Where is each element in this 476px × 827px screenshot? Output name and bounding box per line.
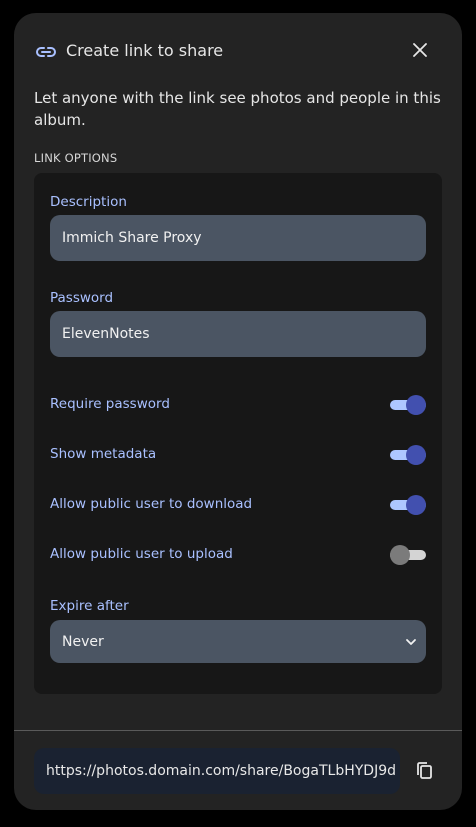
require-password-label: Require password <box>50 396 170 412</box>
link-icon <box>34 40 58 64</box>
allow-download-toggle[interactable] <box>390 495 426 515</box>
allow-upload-label: Allow public user to upload <box>50 546 233 562</box>
share-url-field[interactable]: https://photos.domain.com/share/BogaTLbH… <box>34 748 400 794</box>
chevron-down-icon <box>404 635 418 649</box>
show-metadata-row: Show metadata <box>50 443 426 467</box>
close-button[interactable] <box>408 39 432 63</box>
dialog-title: Create link to share <box>66 41 224 60</box>
expire-after-label: Expire after <box>50 598 129 614</box>
allow-upload-row: Allow public user to upload <box>50 543 426 567</box>
dialog-description: Let anyone with the link see photos and … <box>34 89 441 129</box>
expire-after-value: Never <box>62 633 104 650</box>
footer-divider <box>14 730 462 731</box>
link-options-heading: LINK OPTIONS <box>34 151 118 165</box>
dialog-header: Create link to share <box>14 13 462 89</box>
password-input[interactable]: ElevenNotes <box>50 311 426 357</box>
copy-button[interactable] <box>414 760 436 782</box>
toggle-knob <box>406 395 426 415</box>
copy-icon <box>414 762 436 786</box>
toggle-knob <box>406 495 426 515</box>
allow-upload-toggle[interactable] <box>390 545 426 565</box>
toggle-knob <box>406 445 426 465</box>
description-label: Description <box>50 194 127 210</box>
require-password-row: Require password <box>50 393 426 417</box>
share-link-dialog: Create link to share Let anyone with the… <box>14 13 462 810</box>
allow-download-row: Allow public user to download <box>50 493 426 517</box>
expire-after-select[interactable]: Never <box>50 620 426 663</box>
toggle-knob <box>390 545 410 565</box>
link-options-panel: Description Immich Share Proxy Password … <box>34 173 442 694</box>
password-label: Password <box>50 290 114 306</box>
description-input[interactable]: Immich Share Proxy <box>50 215 426 261</box>
allow-download-label: Allow public user to download <box>50 496 253 512</box>
close-icon <box>413 42 427 61</box>
show-metadata-label: Show metadata <box>50 446 157 462</box>
show-metadata-toggle[interactable] <box>390 445 426 465</box>
require-password-toggle[interactable] <box>390 395 426 415</box>
